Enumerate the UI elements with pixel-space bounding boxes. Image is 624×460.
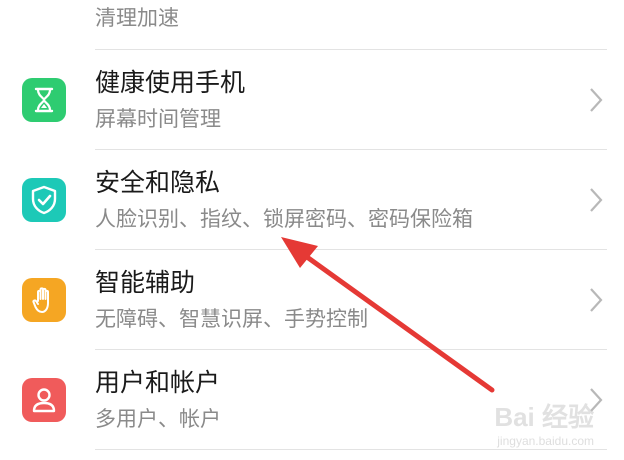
chevron-right-icon xyxy=(590,388,603,412)
settings-item-subtitle: 无障碍、智慧识屏、手势控制 xyxy=(95,307,368,331)
hourglass-icon xyxy=(22,78,66,122)
settings-item-users[interactable]: 用户和帐户 多用户、帐户 xyxy=(0,350,624,450)
settings-item-accessibility[interactable]: 智能辅助 无障碍、智慧识屏、手势控制 xyxy=(0,250,624,350)
hand-icon xyxy=(22,278,66,322)
settings-item-title: 安全和隐私 xyxy=(95,168,221,197)
chevron-right-icon xyxy=(590,188,603,212)
divider xyxy=(95,449,607,450)
settings-item-cleanup[interactable]: 清理加速 xyxy=(0,0,624,50)
settings-item-subtitle: 屏幕时间管理 xyxy=(95,107,221,131)
settings-item-digital-balance[interactable]: 健康使用手机 屏幕时间管理 xyxy=(0,50,624,150)
settings-item-subtitle: 人脸识别、指纹、锁屏密码、密码保险箱 xyxy=(95,207,473,231)
person-icon xyxy=(22,378,66,422)
chevron-right-icon xyxy=(590,88,603,112)
settings-item-subtitle: 多用户、帐户 xyxy=(95,407,221,431)
settings-item-title: 健康使用手机 xyxy=(95,68,246,97)
settings-item-title: 智能辅助 xyxy=(95,268,196,297)
settings-item-cleanup-subtitle: 清理加速 xyxy=(95,6,179,30)
settings-screen: 清理加速 健康使用手机 屏幕时间管理 安全和隐私 人脸识别、指纹、锁屏密码、密码… xyxy=(0,0,624,460)
settings-item-title: 用户和帐户 xyxy=(95,368,221,397)
shield-check-icon xyxy=(22,178,66,222)
settings-item-security[interactable]: 安全和隐私 人脸识别、指纹、锁屏密码、密码保险箱 xyxy=(0,150,624,250)
chevron-right-icon xyxy=(590,288,603,312)
